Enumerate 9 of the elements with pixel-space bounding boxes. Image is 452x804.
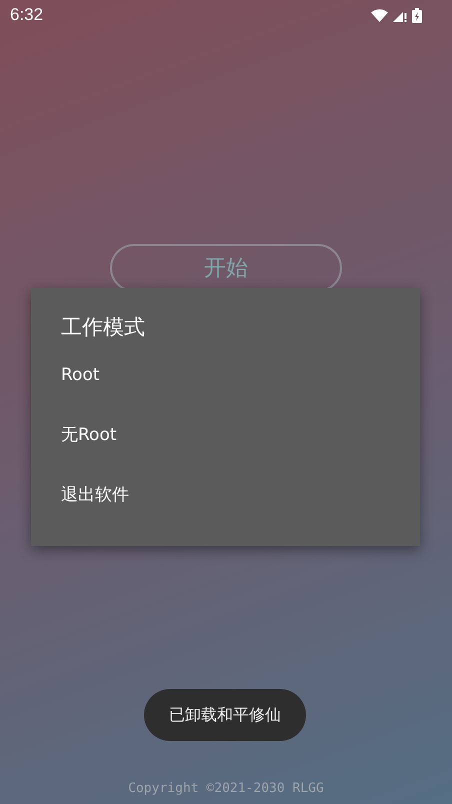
dialog-option[interactable]: 无Root [31, 419, 420, 479]
copyright-text: Copyright ©2021-2030 RLGG [128, 781, 324, 796]
wifi-icon [371, 8, 388, 22]
battery-charging-icon [412, 8, 422, 22]
dialog-option[interactable]: 退出软件 [31, 479, 420, 539]
toast-message: 已卸载和平修仙 [144, 689, 306, 741]
dialog-option[interactable]: Root [31, 359, 420, 419]
status-time: 6:32 [10, 5, 44, 25]
dialog-title: 工作模式 [60, 314, 146, 341]
